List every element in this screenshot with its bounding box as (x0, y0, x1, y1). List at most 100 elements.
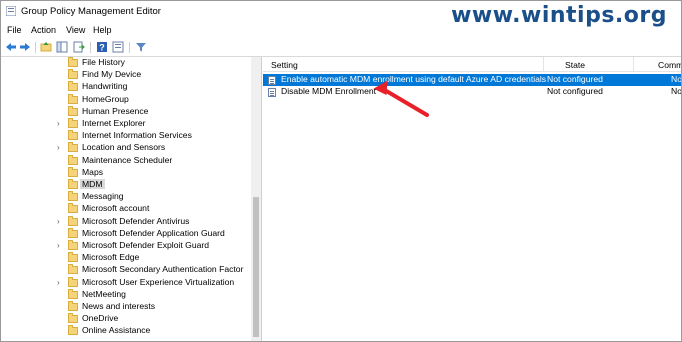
tree-item-label: OneDrive (82, 313, 119, 324)
tree-item[interactable]: Find My Device (1, 69, 249, 81)
folder-icon (68, 264, 78, 275)
tree-item[interactable]: › Location and Sensors (1, 142, 249, 154)
folder-icon (68, 57, 78, 67)
tree-item[interactable]: Microsoft account (1, 203, 249, 215)
menu-action[interactable]: Action (31, 25, 56, 35)
folder-icon (68, 227, 78, 238)
tree-item-label: File History (82, 57, 125, 67)
editor-window: Group Policy Management Editor www.winti… (0, 0, 682, 342)
folder-icon (68, 118, 78, 128)
title-bar: Group Policy Management Editor www.winti… (1, 1, 681, 28)
tree-item-label: Microsoft Secondary Authentication Facto… (82, 264, 244, 275)
tree-item-label: Microsoft Defender Antivirus (82, 215, 190, 226)
help-icon[interactable]: ? (96, 41, 108, 53)
tree-item-label: Microsoft Defender Exploit Guard (82, 240, 210, 250)
tree-item[interactable]: › Microsoft User Experience Virtualizatio… (1, 276, 249, 289)
setting-comment: No (671, 86, 682, 96)
tree-item[interactable]: OneDrive (1, 313, 249, 325)
column-comment[interactable]: Comm (658, 60, 681, 70)
folder-icon (68, 142, 78, 153)
setting-name: Disable MDM Enrollment (281, 86, 377, 96)
chevron-right-icon[interactable]: › (57, 119, 60, 128)
tree-item[interactable]: Microsoft Secondary Authentication Facto… (1, 264, 249, 276)
tree-item-label: Handwriting (82, 81, 128, 92)
tree-item-label: Internet Explorer (82, 118, 146, 128)
tree-item-label: Find My Device (82, 69, 142, 80)
menu-file[interactable]: File (7, 25, 22, 35)
tree-item-label: NetMeeting (82, 288, 126, 299)
settings-pane: Setting State Comm Enable automatic MDM … (263, 57, 681, 341)
tree-item[interactable]: Maintenance Scheduler (1, 154, 249, 167)
menu-help[interactable]: Help (93, 25, 112, 35)
tree-item[interactable]: › Microsoft Defender Exploit Guard (1, 240, 249, 252)
back-icon[interactable] (5, 41, 17, 53)
tree-item-label: Messaging (82, 191, 124, 202)
show-hide-tree-icon[interactable] (56, 41, 68, 53)
scrollbar-thumb[interactable] (253, 197, 259, 337)
column-state[interactable]: State (565, 60, 585, 70)
tree-scrollbar[interactable] (251, 57, 261, 341)
tree-item[interactable]: File History (1, 57, 249, 69)
menu-bar: File Action View Help (1, 23, 681, 38)
column-header: Setting State Comm (263, 57, 681, 72)
chevron-right-icon[interactable]: › (57, 278, 60, 287)
toolbar: ? (1, 39, 681, 57)
folder-icon (68, 252, 78, 263)
svg-text:?: ? (99, 43, 105, 53)
tree-item[interactable]: Maps (1, 166, 249, 179)
folder-icon (68, 215, 78, 226)
tree-pane: File History Find My Device Handwriting Hom… (1, 57, 262, 341)
tree-item-label: Microsoft Edge (82, 252, 140, 263)
column-setting[interactable]: Setting (271, 60, 298, 70)
tree-item[interactable]: › Microsoft Defender Antivirus (1, 215, 249, 228)
tree-item[interactable]: Handwriting (1, 81, 249, 93)
chevron-right-icon[interactable]: › (57, 143, 60, 152)
folder-icon (68, 313, 78, 324)
tree-item[interactable]: News and interests (1, 301, 249, 313)
tree-item[interactable]: Microsoft Edge (1, 252, 249, 264)
setting-row[interactable]: Disable MDM Enrollment Not configured No (263, 86, 681, 98)
folder-icon (68, 179, 78, 189)
up-folder-icon[interactable] (40, 41, 52, 53)
export-icon[interactable] (73, 41, 85, 53)
tree-item[interactable]: Internet Information Services (1, 130, 249, 142)
tree-item[interactable]: HomeGroup (1, 93, 249, 106)
chevron-right-icon[interactable]: › (57, 241, 60, 250)
tree-item-label: Microsoft account (82, 203, 150, 214)
tree-item[interactable]: NetMeeting (1, 288, 249, 301)
tree-item-label: MDM (80, 179, 105, 189)
policy-setting-icon (268, 88, 276, 97)
app-icon (6, 6, 16, 16)
folder-icon (68, 191, 78, 202)
annotation-arrow (373, 80, 429, 117)
setting-state: Not configured (547, 86, 603, 96)
policy-setting-icon (268, 76, 276, 85)
folder-icon (68, 166, 78, 177)
tree-item[interactable]: MDM (1, 179, 249, 191)
folder-icon (68, 130, 78, 141)
filter-icon[interactable] (135, 41, 147, 53)
tree-item-label: Human Presence (82, 105, 149, 116)
properties-icon[interactable] (112, 41, 124, 53)
tree-item[interactable]: Human Presence (1, 105, 249, 118)
tree-item[interactable]: Online Assistance (1, 325, 249, 337)
tree-item[interactable]: Microsoft Defender Application Guard (1, 227, 249, 240)
folder-icon (68, 325, 78, 336)
folder-icon (68, 240, 78, 250)
chevron-right-icon[interactable]: › (57, 217, 60, 226)
tree-item-label: News and interests (82, 301, 156, 311)
tree-item[interactable]: › Internet Explorer (1, 118, 249, 130)
setting-row[interactable]: Enable automatic MDM enrollment using de… (263, 74, 681, 86)
folder-icon (68, 288, 78, 299)
window-title: Group Policy Management Editor (21, 6, 161, 17)
tree-item-label: Microsoft Defender Application Guard (82, 227, 225, 238)
folder-icon (68, 93, 78, 104)
tree-item-label: Maps (82, 166, 104, 177)
tree-item[interactable]: Messaging (1, 191, 249, 203)
forward-icon[interactable] (19, 41, 31, 53)
folder-icon (68, 203, 78, 214)
folder-icon (68, 154, 78, 165)
menu-view[interactable]: View (66, 25, 85, 35)
folder-icon (68, 81, 78, 92)
folder-icon (68, 301, 78, 311)
